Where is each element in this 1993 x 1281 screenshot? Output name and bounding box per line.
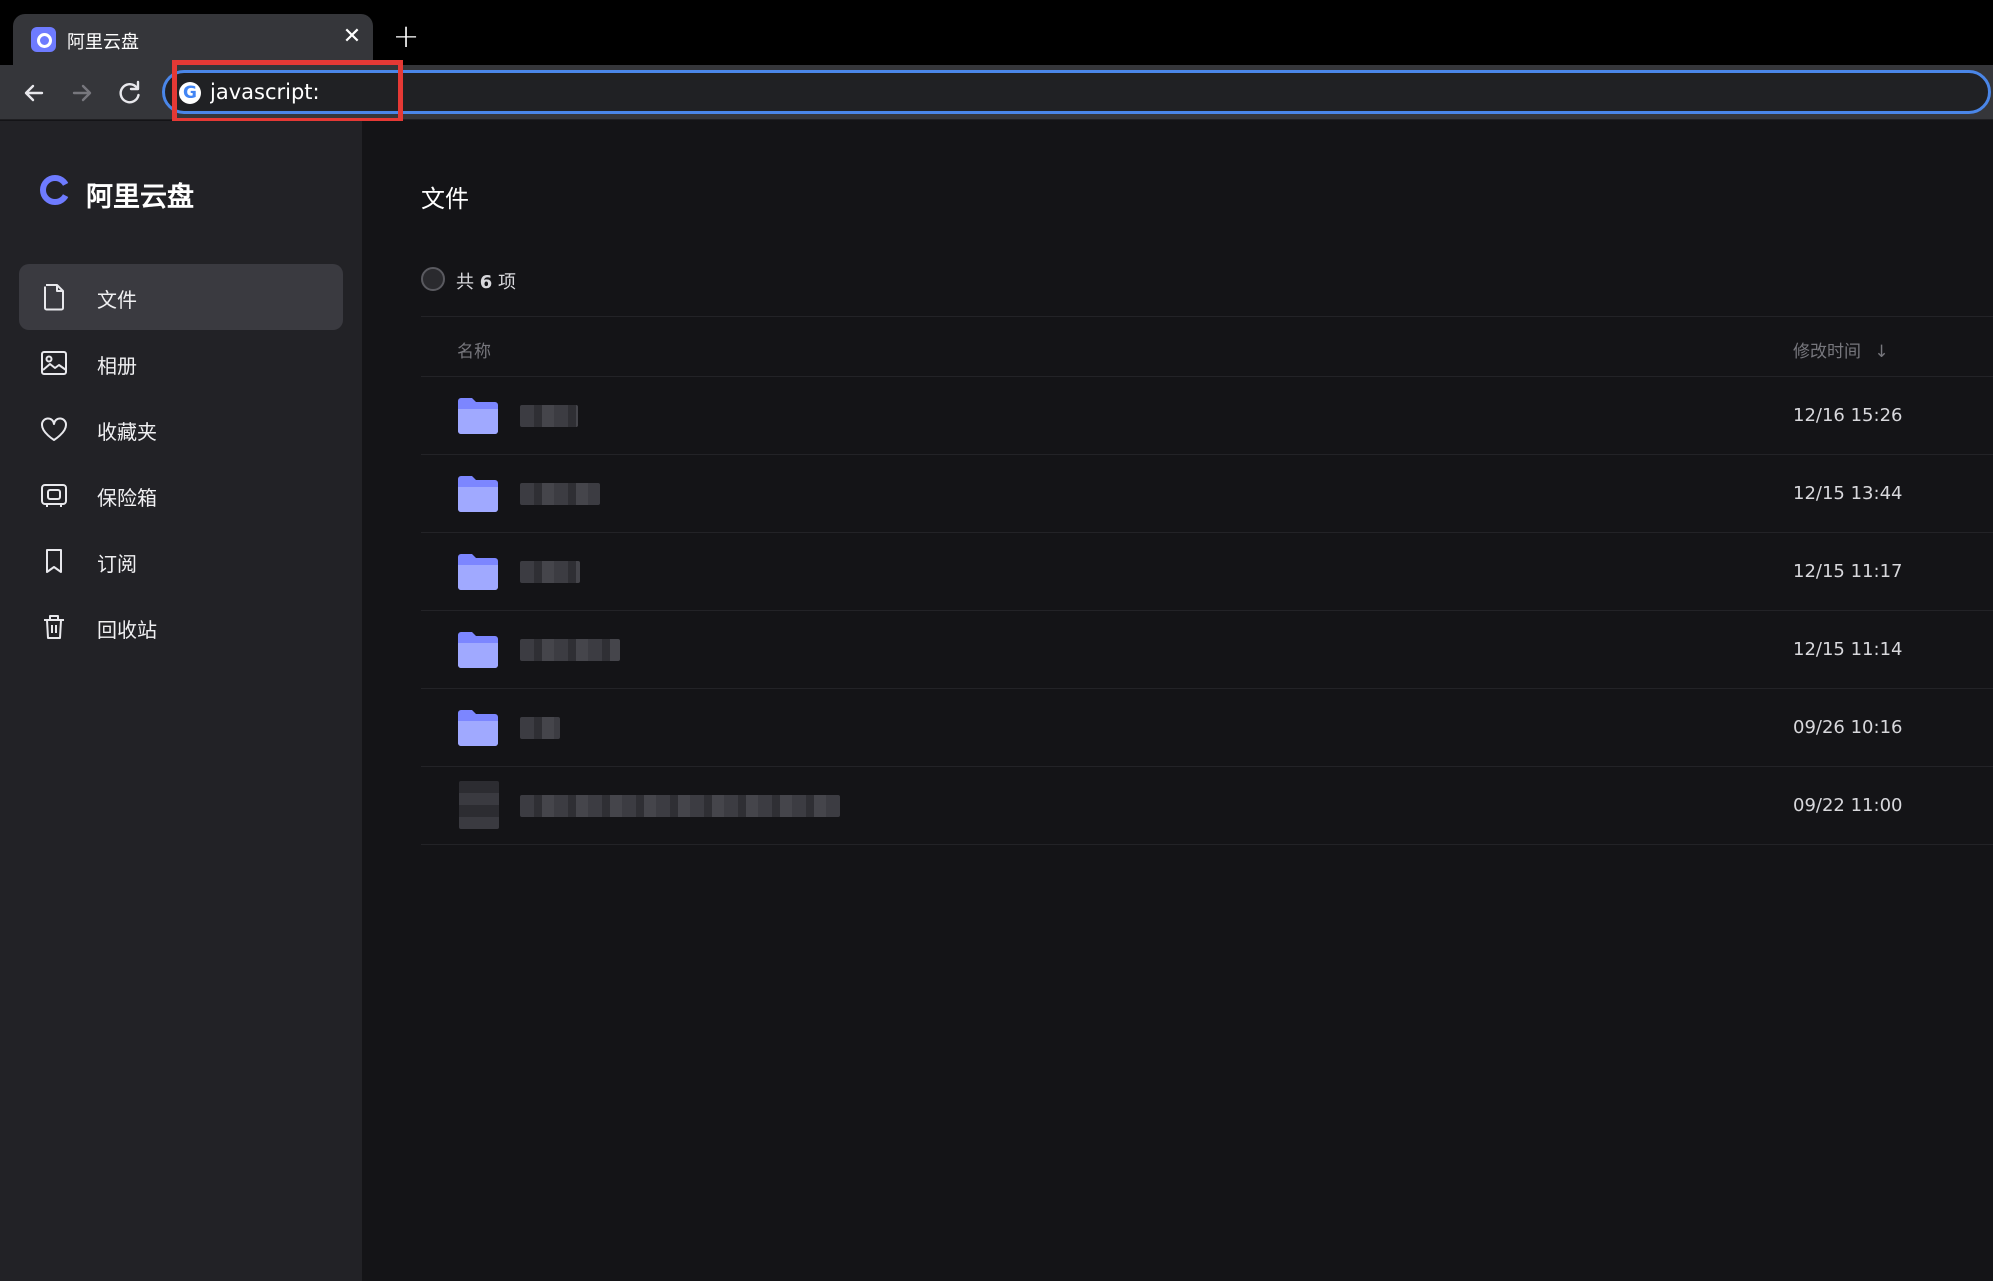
sidebar-item-label: 回收站 xyxy=(97,618,157,642)
sidebar-item-files[interactable]: 文件 xyxy=(19,264,343,330)
brand-name: 阿里云盘 xyxy=(86,182,194,213)
row-name-redacted xyxy=(520,717,560,739)
sidebar-item-favorites[interactable]: 收藏夹 xyxy=(19,396,343,462)
sidebar-item-label: 文件 xyxy=(97,288,137,312)
row-name-redacted xyxy=(520,639,620,661)
folder-icon xyxy=(458,632,498,668)
browser-toolbar: G xyxy=(0,65,1993,120)
sidebar-item-subscriptions[interactable]: 订阅 xyxy=(19,528,343,594)
browser-tab-strip: 阿里云盘 ✕ + xyxy=(0,0,1993,65)
heart-icon xyxy=(39,414,69,444)
sort-arrow-icon: ↓ xyxy=(1874,342,1889,362)
sidebar: 阿里云盘 文件 相册 收藏夹 保险箱 订阅 回收站 xyxy=(0,121,362,1281)
sidebar-item-label: 保险箱 xyxy=(97,486,157,510)
table-row[interactable]: 09/26 10:16 xyxy=(421,689,1993,767)
forward-arrow-icon[interactable] xyxy=(64,75,100,111)
select-all-checkbox[interactable] xyxy=(421,267,445,291)
table-row[interactable]: 12/16 15:26 xyxy=(421,377,1993,455)
file-icon xyxy=(39,282,69,312)
safe-icon xyxy=(39,480,69,510)
sidebar-item-safe[interactable]: 保险箱 xyxy=(19,462,343,528)
table-row[interactable]: 12/15 11:14 xyxy=(421,611,1993,689)
sidebar-item-label: 收藏夹 xyxy=(97,420,157,444)
address-input[interactable] xyxy=(210,76,1910,108)
browser-tab[interactable]: 阿里云盘 ✕ xyxy=(13,14,373,65)
sidebar-item-label: 相册 xyxy=(97,354,137,378)
row-modified-time: 12/16 15:26 xyxy=(1793,405,1903,426)
aliyun-drive-logo-icon xyxy=(40,175,72,205)
sidebar-item-label: 订阅 xyxy=(97,552,137,576)
column-header-modified[interactable]: 修改时间 ↓ xyxy=(1793,337,1889,362)
folder-icon xyxy=(458,398,498,434)
reload-icon[interactable] xyxy=(112,75,148,111)
row-name-redacted xyxy=(520,561,580,583)
photo-album-icon xyxy=(39,348,69,378)
sidebar-nav: 文件 相册 收藏夹 保险箱 订阅 回收站 xyxy=(19,264,343,660)
page-title: 文件 xyxy=(421,185,469,213)
tab-title: 阿里云盘 xyxy=(67,32,139,53)
row-modified-time: 12/15 13:44 xyxy=(1793,483,1903,504)
folder-icon xyxy=(458,710,498,746)
item-count: 共 6 项 xyxy=(456,272,516,293)
back-arrow-icon[interactable] xyxy=(16,75,52,111)
file-table: 名称 修改时间 ↓ 12/16 15:26 12/15 13:44 12/15 … xyxy=(421,316,1993,845)
row-name-redacted xyxy=(520,483,600,505)
folder-icon xyxy=(458,476,498,512)
row-name-redacted xyxy=(520,405,578,427)
row-name-redacted xyxy=(520,795,840,817)
trash-icon xyxy=(39,612,69,642)
row-modified-time: 09/26 10:16 xyxy=(1793,717,1903,738)
aliyun-drive-favicon-icon xyxy=(31,27,56,52)
bookmark-icon xyxy=(39,546,69,576)
sidebar-item-trash[interactable]: 回收站 xyxy=(19,594,343,660)
new-tab-button[interactable]: + xyxy=(390,20,422,52)
table-row[interactable]: 12/15 13:44 xyxy=(421,455,1993,533)
table-row[interactable]: 09/22 11:00 xyxy=(421,767,1993,845)
google-icon: G xyxy=(179,82,201,104)
row-modified-time: 09/22 11:00 xyxy=(1793,795,1903,816)
table-row[interactable]: 12/15 11:17 xyxy=(421,533,1993,611)
address-bar[interactable]: G xyxy=(162,70,1991,114)
table-header: 名称 修改时间 ↓ xyxy=(421,316,1993,377)
sidebar-item-album[interactable]: 相册 xyxy=(19,330,343,396)
close-tab-icon[interactable]: ✕ xyxy=(339,24,365,50)
row-modified-time: 12/15 11:17 xyxy=(1793,561,1903,582)
column-header-name[interactable]: 名称 xyxy=(457,337,491,362)
row-modified-time: 12/15 11:14 xyxy=(1793,639,1903,660)
main-content: 文件 共 6 项 名称 修改时间 ↓ 12/16 15:26 12/15 13:… xyxy=(362,121,1993,1281)
file-thumbnail-icon xyxy=(459,781,499,829)
folder-icon xyxy=(458,554,498,590)
